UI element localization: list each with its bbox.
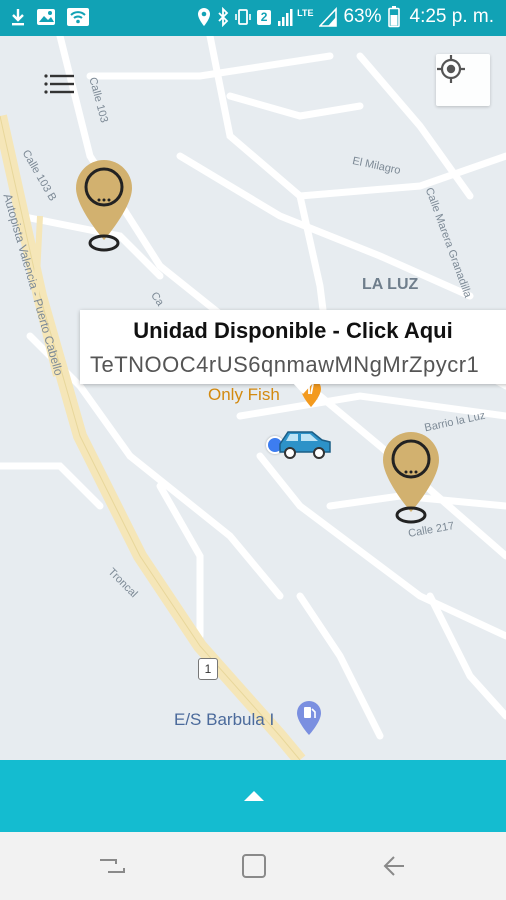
- driver-marker-icon[interactable]: [381, 430, 441, 528]
- my-location-icon: [437, 55, 465, 83]
- status-bar-left-icons: [10, 7, 90, 27]
- chevron-up-icon: [244, 791, 264, 801]
- marker-info-window[interactable]: Unidad Disponible - Click Aqui TeTNOOC4r…: [80, 310, 506, 384]
- image-icon: [37, 9, 55, 25]
- back-icon: [383, 856, 404, 876]
- place-label-only-fish[interactable]: Only Fish: [208, 385, 280, 405]
- bluetooth-icon: [218, 7, 229, 27]
- info-window-unit-id: TeTNOOC4rUS6qnmawMNgMrZpycr1: [90, 352, 480, 377]
- menu-icon: [44, 74, 74, 94]
- gas-pin-icon[interactable]: [296, 700, 322, 736]
- recents-button[interactable]: [92, 850, 132, 882]
- info-window-tail: [292, 382, 314, 394]
- map-view[interactable]: Calle 103 Calle 103 B Autopista Valencia…: [0, 36, 506, 760]
- signal-icon: [278, 9, 293, 26]
- road-shield: 1: [198, 658, 218, 680]
- notification-badge: 2: [257, 9, 272, 25]
- home-button[interactable]: [234, 850, 274, 882]
- info-window-title: Unidad Disponible - Click Aqui: [133, 318, 453, 343]
- clock: 4:25 p. m.: [409, 6, 495, 27]
- battery-icon: [387, 6, 400, 28]
- status-bar: 2 LTE 63% 4:25 p. m.: [0, 0, 506, 36]
- menu-button[interactable]: [38, 68, 82, 104]
- recents-icon: [100, 859, 125, 873]
- my-location-button[interactable]: [436, 54, 490, 106]
- driver-marker-icon[interactable]: [74, 158, 134, 256]
- download-icon: [12, 9, 24, 26]
- signal-icon-2: [319, 7, 338, 27]
- battery-percent: 63%: [343, 6, 382, 27]
- vibrate-icon: [235, 9, 251, 25]
- car-icon[interactable]: [276, 426, 332, 460]
- place-label-gas-station[interactable]: E/S Barbula I: [174, 710, 274, 730]
- back-button[interactable]: [376, 850, 416, 882]
- system-navigation-bar: [0, 832, 506, 900]
- network-type-label: LTE: [297, 8, 314, 18]
- home-icon: [242, 854, 266, 878]
- bottom-sheet-handle[interactable]: [0, 760, 506, 832]
- neighborhood-label: LA LUZ: [362, 276, 419, 293]
- wifi-icon: [67, 8, 89, 26]
- location-icon: [198, 8, 211, 26]
- status-bar-right-icons: 2 LTE 63% 4:25 p. m.: [197, 6, 494, 28]
